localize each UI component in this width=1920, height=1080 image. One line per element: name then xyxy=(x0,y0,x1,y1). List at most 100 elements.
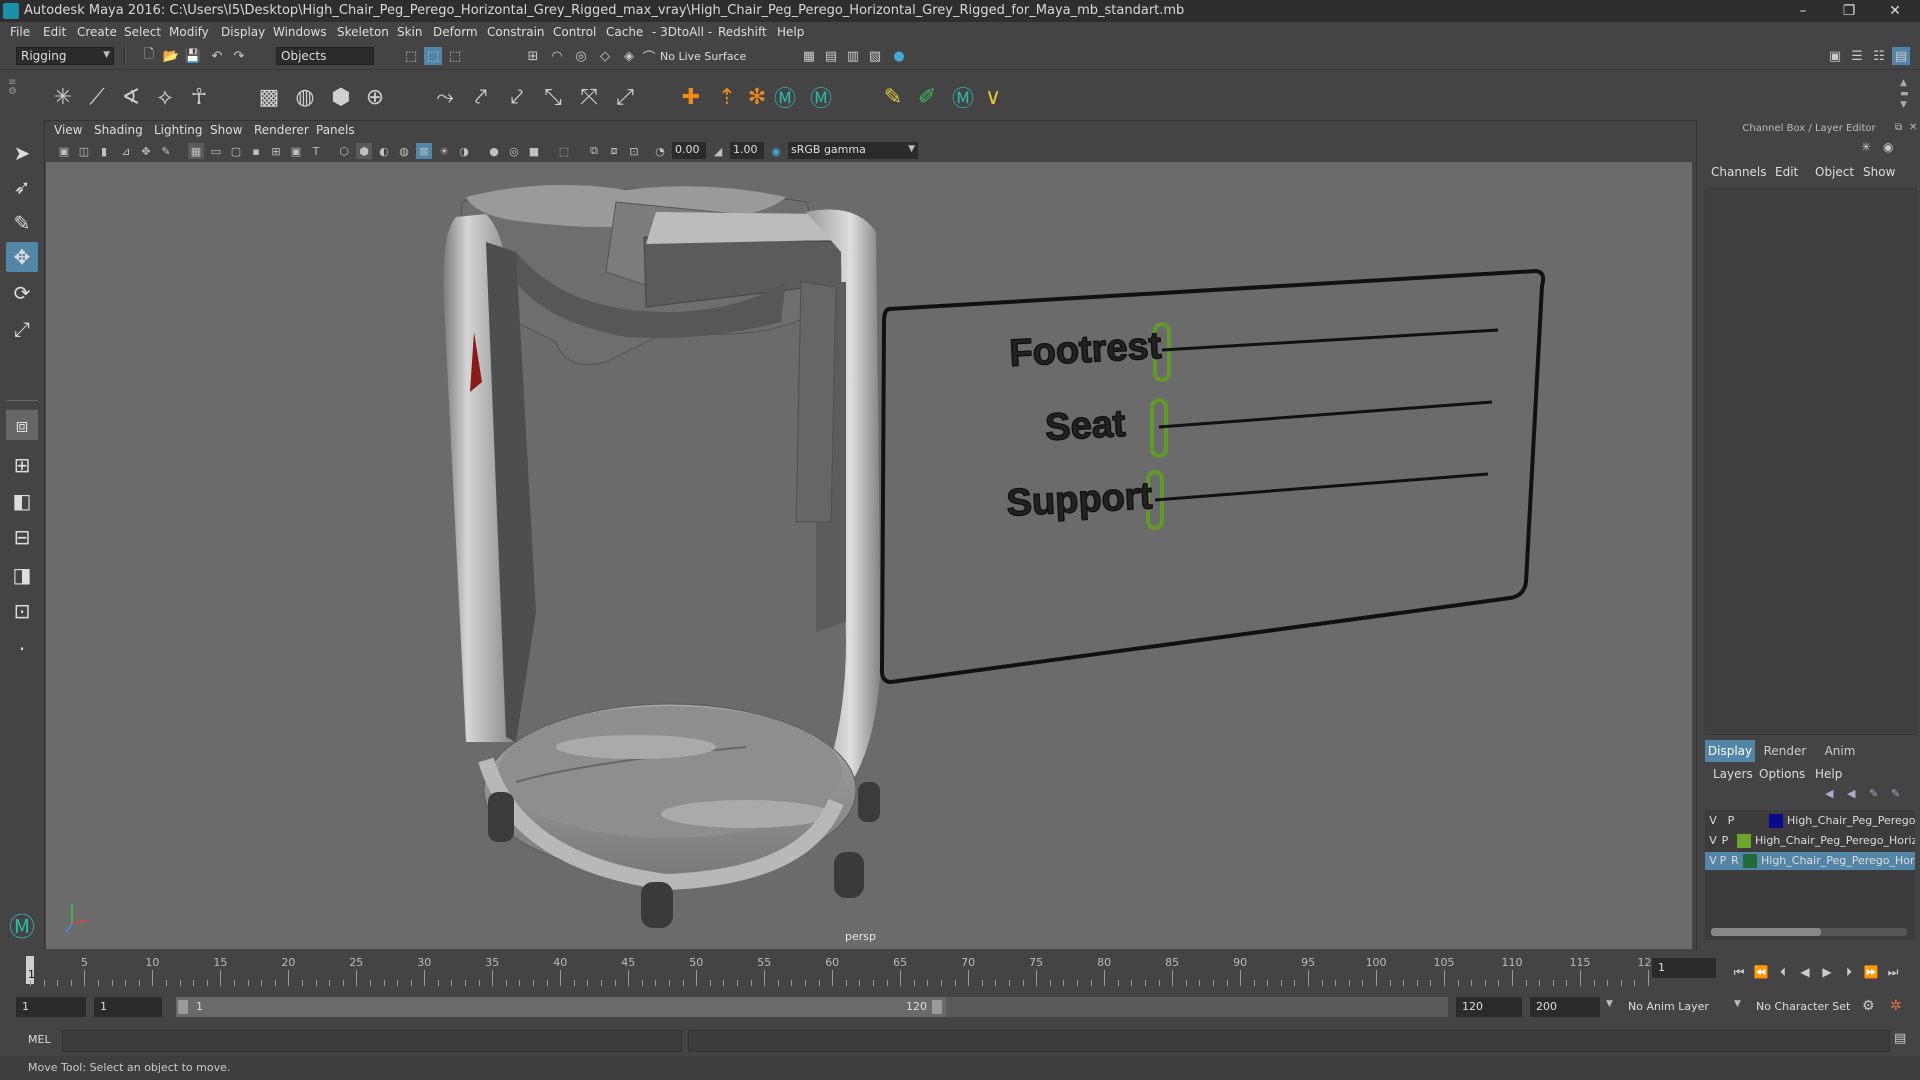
smooth-shade-icon[interactable]: ⬢ xyxy=(356,143,372,159)
layer-list-scrollbar[interactable] xyxy=(1711,928,1907,936)
scale-tool-icon[interactable]: ⤢ xyxy=(6,314,38,344)
high-chair-model[interactable] xyxy=(443,184,882,928)
range-end-grip[interactable] xyxy=(932,1000,942,1014)
layers-menu[interactable]: Layers xyxy=(1713,767,1753,781)
redo-icon[interactable]: ↷ xyxy=(230,47,248,65)
gamma-field[interactable]: 1.00 xyxy=(730,142,764,159)
xray-icon[interactable]: ⧉ xyxy=(586,143,602,159)
menu-3dtoall[interactable]: - 3DtoAll - xyxy=(652,25,712,39)
step-back-frame-icon[interactable]: ⏴ xyxy=(1774,963,1792,981)
undo-icon[interactable]: ↶ xyxy=(208,47,226,65)
channel-box-icon[interactable]: ✳ xyxy=(1861,140,1871,154)
range-slider-track[interactable]: 1 120 xyxy=(176,997,1448,1017)
layer-row[interactable]: V P High_Chair_Peg_Perego_Horizontal_Gre… xyxy=(1705,832,1915,850)
viewport-menu-view[interactable]: View xyxy=(54,123,82,137)
film-gate-icon[interactable]: ▭ xyxy=(208,143,224,159)
single-perspective-layout-icon[interactable]: ⧈ xyxy=(6,410,38,440)
help-menu[interactable]: Help xyxy=(1815,767,1842,781)
menu-help[interactable]: Help xyxy=(777,25,804,39)
select-hierarchy-icon[interactable]: ⬚ xyxy=(402,47,420,65)
wireframe-icon[interactable]: ⬡ xyxy=(336,143,352,159)
aim-constraint-icon[interactable]: ⤢ xyxy=(610,82,640,112)
layer-playback-toggle[interactable]: P xyxy=(1725,814,1737,827)
channel-box-toggle-icon[interactable]: ▤ xyxy=(1892,47,1910,65)
command-input[interactable] xyxy=(62,1030,682,1052)
menu-redshift[interactable]: Redshift xyxy=(718,25,767,39)
gamma-icon[interactable]: ◢ xyxy=(710,143,726,159)
viewport-menu-show[interactable]: Show xyxy=(210,123,242,137)
persp-uv-layout-icon[interactable]: ◨ xyxy=(6,560,38,590)
layer-name[interactable]: High_Chair_Peg_Perego_Horizontal_Grey_Ri… xyxy=(1787,814,1915,827)
layer-playback-toggle[interactable]: P xyxy=(1719,834,1731,847)
open-scene-icon[interactable]: 📂 xyxy=(162,47,180,65)
animation-start-field[interactable]: 1 xyxy=(16,997,86,1017)
lasso-tool-icon[interactable]: ➶ xyxy=(6,172,38,202)
key-selected-icon[interactable]: ✻ xyxy=(742,82,772,112)
locator-icon[interactable]: ✚ xyxy=(676,82,706,112)
layer-name[interactable]: High_Chair_Peg_Perego_Horizontal_Grey_Ri… xyxy=(1755,834,1915,847)
layer-reference-toggle[interactable]: R xyxy=(1729,854,1741,867)
snap-live-icon[interactable]: ⌒ xyxy=(640,47,658,66)
layer-color-swatch[interactable] xyxy=(1743,854,1757,868)
camera-attributes-icon[interactable]: ◫ xyxy=(76,143,92,159)
smooth-bind-icon[interactable]: ◍ xyxy=(290,82,320,112)
step-forward-key-icon[interactable]: ⏩ xyxy=(1862,963,1880,981)
menu-windows[interactable]: Windows xyxy=(273,25,327,39)
layer-name[interactable]: High_Chair_Peg_Perego_Horizontal_Grey_Ri… xyxy=(1761,854,1915,867)
vray-icon[interactable]: ∨ xyxy=(978,82,1008,112)
tab-render[interactable]: Render xyxy=(1757,740,1813,762)
layer-color-swatch[interactable] xyxy=(1769,814,1783,828)
bind-skin-icon[interactable]: ▩ xyxy=(254,82,284,112)
render-frame-icon[interactable]: ▦ xyxy=(800,47,818,65)
select-tool-icon[interactable]: ➤ xyxy=(6,138,38,168)
gate-mask-icon[interactable]: ▪ xyxy=(248,143,264,159)
grease-pencil-icon[interactable]: ✎ xyxy=(158,143,174,159)
menu-select[interactable]: Select xyxy=(124,25,161,39)
script-editor-icon[interactable]: ▤ xyxy=(1894,1031,1906,1046)
save-scene-icon[interactable]: 💾 xyxy=(184,47,202,65)
four-view-layout-icon[interactable]: ⊞ xyxy=(6,450,38,480)
channel-list[interactable] xyxy=(1705,188,1917,735)
command-language-label[interactable]: MEL xyxy=(28,1033,51,1046)
shelf-scroll-icon[interactable]: ▲ ▬ ▼ xyxy=(1900,78,1909,111)
go-to-end-icon[interactable]: ⏭ xyxy=(1884,963,1902,981)
animation-end-field[interactable]: 200 xyxy=(1530,997,1600,1017)
range-start-grip[interactable] xyxy=(178,1000,188,1014)
ik-handle-icon[interactable]: ⟋ xyxy=(82,82,112,112)
move-tool-icon[interactable]: ✥ xyxy=(6,242,38,272)
menu-control[interactable]: Control xyxy=(553,25,596,39)
wrap-icon[interactable]: ⊕ xyxy=(360,82,390,112)
restore-button[interactable]: ❐ xyxy=(1826,0,1872,22)
exposure-icon[interactable]: ◔ xyxy=(652,143,668,159)
snap-curve-icon[interactable]: ◠ xyxy=(548,47,566,65)
ipr-render-icon[interactable]: ▥ xyxy=(844,47,862,65)
range-slider-handle[interactable]: 1 120 xyxy=(176,997,946,1017)
close-button[interactable]: ✕ xyxy=(1872,0,1918,22)
orient-constraint-icon[interactable]: ⤦ xyxy=(502,82,532,112)
field-chart-icon[interactable]: ⊞ xyxy=(268,143,284,159)
snap-point-icon[interactable]: ◎ xyxy=(572,47,590,65)
new-scene-icon[interactable]: 🗋 xyxy=(140,47,158,65)
menu-cache[interactable]: Cache xyxy=(606,25,643,39)
character-set-dropdown[interactable]: No Character Set xyxy=(1756,1000,1850,1013)
ambient-occlusion-icon[interactable]: ◑ xyxy=(456,143,472,159)
hypershade-icon[interactable]: ● xyxy=(890,47,908,65)
step-forward-frame-icon[interactable]: ⏵ xyxy=(1840,963,1858,981)
menu-modify[interactable]: Modify xyxy=(169,25,209,39)
color-management-icon[interactable]: ◉ xyxy=(768,143,784,159)
menu-constrain[interactable]: Constrain xyxy=(487,25,545,39)
camera-select-icon[interactable]: ▣ xyxy=(56,143,72,159)
tab-display[interactable]: Display xyxy=(1705,740,1755,762)
render-settings-icon[interactable]: ▧ xyxy=(866,47,884,65)
layout-options-icon[interactable]: · xyxy=(6,634,38,664)
ik-spline-icon[interactable]: ∢ xyxy=(116,82,146,112)
hypershade-layout-icon[interactable]: ⊡ xyxy=(6,596,38,626)
rig-control-panel[interactable]: Footrest Seat Support xyxy=(879,268,1546,685)
snap-view-icon[interactable]: ◇ xyxy=(596,47,614,65)
play-backwards-icon[interactable]: ◀ xyxy=(1796,963,1814,981)
scrollbar-thumb[interactable] xyxy=(1711,928,1821,936)
textured-icon[interactable]: ◍ xyxy=(396,143,412,159)
snap-surface-icon[interactable]: ◈ xyxy=(620,47,638,65)
modeling-toolkit-icon[interactable]: ▣ xyxy=(1826,47,1844,65)
paint-weights-icon[interactable]: ✎ xyxy=(878,82,908,112)
